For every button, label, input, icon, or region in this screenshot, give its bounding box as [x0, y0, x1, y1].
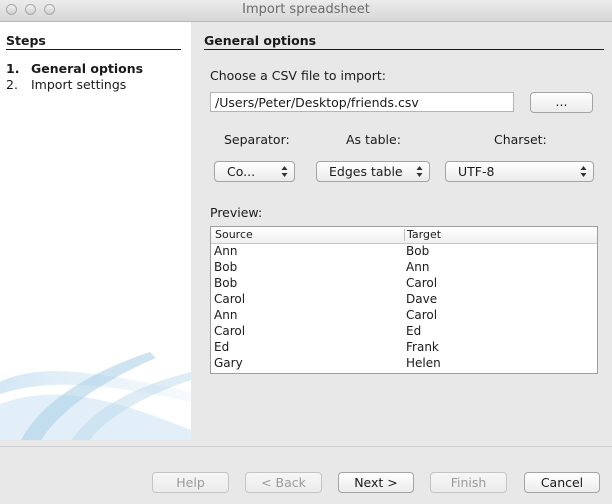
- table-row: Carol Ed: [211, 324, 597, 340]
- select-arrows-icon: [416, 166, 423, 177]
- next-button[interactable]: Next >: [338, 472, 414, 493]
- steps-sidebar: Steps 1. General options 2. Import setting…: [0, 22, 191, 440]
- steps-divider: [6, 49, 181, 50]
- step-number: 1.: [6, 61, 20, 76]
- as-table-select[interactable]: Edges table: [316, 161, 430, 182]
- finish-button[interactable]: Finish: [430, 472, 507, 493]
- cancel-button[interactable]: Cancel: [524, 472, 600, 493]
- table-row: Bob Ann: [211, 260, 597, 276]
- source-cell: Carol: [214, 292, 246, 306]
- section-divider: [204, 49, 604, 50]
- section-heading: General options: [204, 33, 317, 48]
- step-general-options: 1. General options: [6, 61, 143, 76]
- as-table-label: As table:: [346, 132, 401, 147]
- source-cell: Ed: [214, 340, 230, 354]
- steps-heading: Steps: [6, 33, 46, 48]
- source-cell: Ann: [214, 308, 238, 322]
- file-path-field[interactable]: /Users/Peter/Desktop/friends.csv: [210, 92, 514, 112]
- source-cell: Gary: [214, 356, 243, 370]
- table-row: Gary Helen: [211, 356, 597, 372]
- separator-select[interactable]: Co...: [214, 161, 295, 182]
- charset-select[interactable]: UTF-8: [445, 161, 594, 182]
- source-cell: Bob: [214, 276, 238, 290]
- title-bar: Import spreadsheet: [0, 0, 612, 22]
- table-row: Ann Carol: [211, 308, 597, 324]
- target-cell: Bob: [406, 244, 430, 258]
- target-cell: Frank: [406, 340, 439, 354]
- window-title: Import spreadsheet: [242, 2, 370, 17]
- table-row: Carol Dave: [211, 292, 597, 308]
- step-number: 2.: [6, 77, 18, 92]
- table-header: Source Target: [211, 227, 597, 244]
- browse-button[interactable]: ...: [530, 92, 593, 113]
- separator-value: Co...: [227, 164, 256, 179]
- target-cell: Helen: [406, 356, 441, 370]
- column-header-target[interactable]: Target: [407, 228, 441, 241]
- target-cell: Ann: [406, 260, 430, 274]
- footer-divider: [0, 446, 612, 447]
- separator-label: Separator:: [224, 132, 290, 147]
- column-header-source[interactable]: Source: [215, 228, 253, 241]
- table-row: Ann Bob: [211, 244, 597, 260]
- target-cell: Carol: [406, 276, 438, 290]
- source-cell: Bob: [214, 260, 238, 274]
- choose-file-label: Choose a CSV file to import:: [210, 68, 386, 83]
- select-arrows-icon: [281, 166, 288, 177]
- target-cell: Carol: [406, 308, 438, 322]
- table-row: Ed Frank: [211, 340, 597, 356]
- preview-label: Preview:: [210, 205, 263, 220]
- charset-label: Charset:: [494, 132, 547, 147]
- step-import-settings: 2. Import settings: [6, 77, 126, 92]
- step-label: General options: [31, 61, 144, 76]
- back-button[interactable]: < Back: [245, 472, 322, 493]
- charset-value: UTF-8: [458, 164, 495, 179]
- source-cell: Carol: [214, 324, 246, 338]
- column-divider[interactable]: [404, 229, 405, 241]
- target-cell: Ed: [406, 324, 422, 338]
- select-arrows-icon: [580, 166, 587, 177]
- decorative-swoosh-graphic: [0, 352, 191, 440]
- step-label: Import settings: [31, 77, 127, 92]
- preview-table: Source Target Ann Bob Bob Ann Bob Carol Car…: [210, 226, 598, 374]
- as-table-value: Edges table: [329, 164, 403, 179]
- help-button[interactable]: Help: [152, 472, 229, 493]
- source-cell: Ann: [214, 244, 238, 258]
- target-cell: Dave: [406, 292, 438, 306]
- table-row: Bob Carol: [211, 276, 597, 292]
